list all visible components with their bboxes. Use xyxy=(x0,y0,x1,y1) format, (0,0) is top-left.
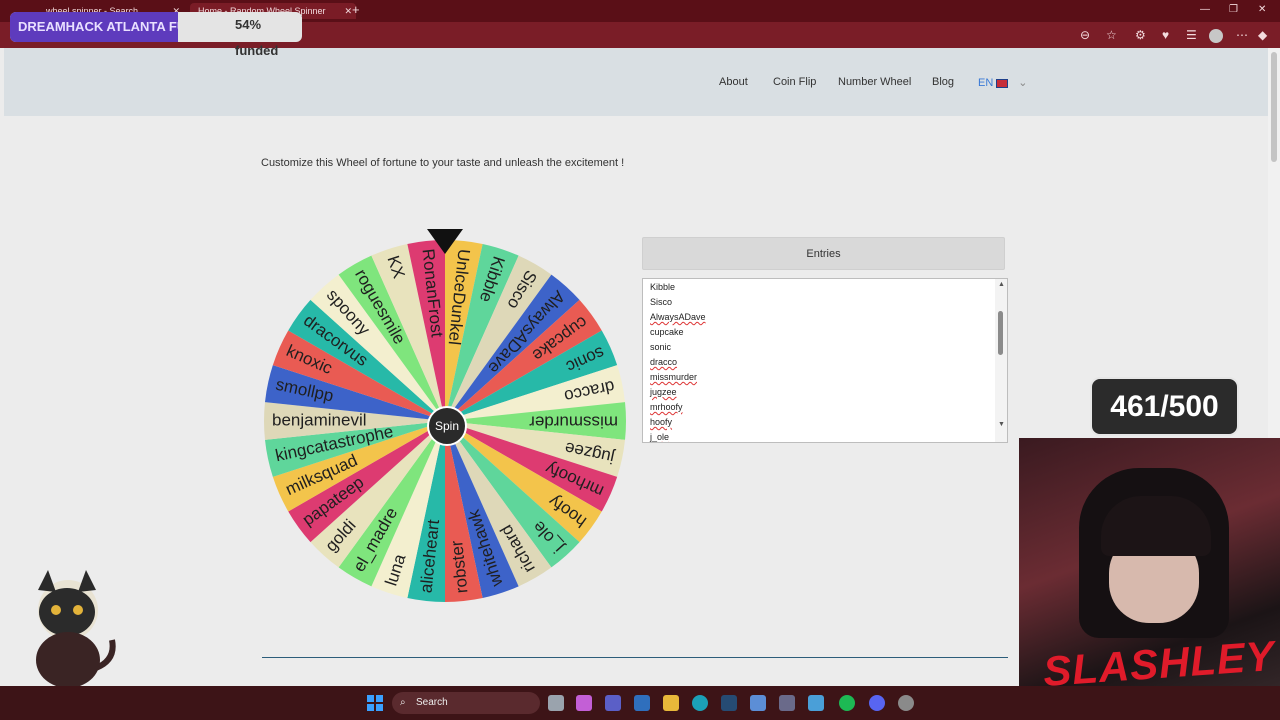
scroll-thumb[interactable] xyxy=(998,311,1003,355)
cat-mascot-icon xyxy=(36,570,116,688)
task-view-icon[interactable] xyxy=(548,695,564,711)
entries-button[interactable]: Entries xyxy=(642,237,1005,270)
page-scroll-thumb[interactable] xyxy=(1271,52,1277,162)
entry-line: mrhoofy xyxy=(650,402,683,412)
entry-line: cupcake xyxy=(650,327,684,337)
entry-line: j_ole xyxy=(650,432,670,442)
collections-icon[interactable]: ☰ xyxy=(1186,28,1197,42)
browser-icon[interactable]: ♥ xyxy=(1162,28,1169,42)
copilot-app-icon[interactable] xyxy=(576,695,592,711)
copilot-icon[interactable]: ◆ xyxy=(1258,28,1267,42)
steam-icon[interactable] xyxy=(721,695,737,711)
scroll-down-icon[interactable]: ▼ xyxy=(998,421,1005,428)
funding-label: DREAMHACK ATLANTA FU... xyxy=(10,12,178,42)
reader-mode-icon[interactable]: ⊖ xyxy=(1080,28,1090,42)
taskbar-search[interactable]: ⌕ Search xyxy=(392,692,540,714)
entries-textarea[interactable]: Kibble Sisco AlwaysADave cupcake sonic d… xyxy=(642,278,1008,443)
chevron-down-icon: ⌄ xyxy=(1018,77,1028,89)
more-icon[interactable]: ⋯ xyxy=(1236,28,1248,42)
entry-line: missmurder xyxy=(650,372,698,382)
entry-line: Sisco xyxy=(650,297,673,307)
nav-number-wheel[interactable]: Number Wheel xyxy=(838,76,911,88)
webcam-bangs xyxy=(1101,496,1211,556)
entries-scrollbar[interactable]: ▲ ▼ xyxy=(995,279,1007,442)
spin-button[interactable]: Spin xyxy=(427,406,467,446)
store-icon[interactable] xyxy=(634,695,650,711)
nav-coin-flip[interactable]: Coin Flip xyxy=(773,76,816,88)
profile-avatar[interactable] xyxy=(1209,29,1223,43)
app-icon[interactable] xyxy=(750,695,766,711)
maximize-icon[interactable]: ❐ xyxy=(1229,4,1238,15)
scroll-up-icon[interactable]: ▲ xyxy=(998,281,1005,288)
teams-icon[interactable] xyxy=(605,695,621,711)
entry-line: hoofy xyxy=(650,417,673,427)
app-icon[interactable] xyxy=(808,695,824,711)
goal-counter: 461/500 xyxy=(1090,377,1239,436)
entry-line: AlwaysADave xyxy=(650,312,706,322)
language-selector[interactable]: EN ⌄ xyxy=(978,76,1028,89)
section-divider xyxy=(262,657,1008,658)
entry-line: jugzee xyxy=(650,387,677,397)
nav-about[interactable]: About xyxy=(719,76,748,88)
window-close-icon[interactable]: ✕ xyxy=(1258,4,1266,15)
app-icon[interactable] xyxy=(779,695,795,711)
search-icon: ⌕ xyxy=(400,697,406,708)
minimize-icon[interactable]: — xyxy=(1200,4,1210,15)
page-tagline: Customize this Wheel of fortune to your … xyxy=(261,157,625,169)
funding-percent: 54% funded xyxy=(235,17,279,58)
funding-widget: DREAMHACK ATLANTA FU... 54% funded xyxy=(10,12,302,58)
entry-line: sonic xyxy=(650,342,672,352)
new-tab-button[interactable]: + xyxy=(352,2,360,17)
language-code: EN xyxy=(978,77,994,89)
wheel-segment-label: missmurder xyxy=(529,413,618,432)
extensions-icon[interactable]: ⚙ xyxy=(1135,28,1146,42)
wheel-pointer-icon xyxy=(427,229,463,254)
entry-line: Kibble xyxy=(650,282,676,292)
favorite-star-icon[interactable]: ☆ xyxy=(1106,28,1117,42)
discord-icon[interactable] xyxy=(869,695,885,711)
spotify-icon[interactable] xyxy=(839,695,855,711)
close-icon[interactable]: ✕ xyxy=(344,3,352,19)
entry-line: dracco xyxy=(650,357,678,367)
uk-flag-icon xyxy=(996,78,1009,88)
edge-browser-icon[interactable] xyxy=(692,695,708,711)
wheel-segment-label: benjaminevil xyxy=(272,410,367,429)
file-explorer-icon[interactable] xyxy=(663,695,679,711)
nav-blog[interactable]: Blog xyxy=(932,76,954,88)
windows-start-icon[interactable] xyxy=(367,695,383,711)
site-navbar: About Coin Flip Number Wheel Blog EN ⌄ xyxy=(4,48,1268,116)
obs-icon[interactable] xyxy=(898,695,914,711)
taskbar-search-label: Search xyxy=(416,697,448,708)
